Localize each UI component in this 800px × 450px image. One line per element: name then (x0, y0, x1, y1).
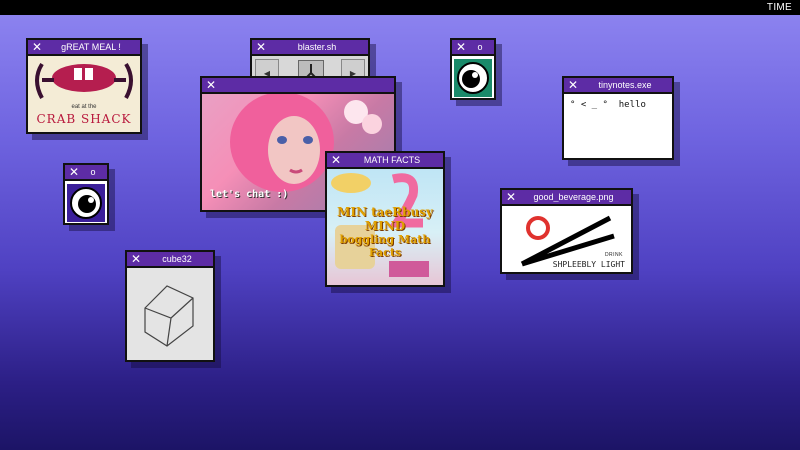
close-icon[interactable]: ✕ (205, 79, 217, 91)
window-title: gREAT MEAL ! (61, 42, 121, 52)
window-title: o (477, 42, 483, 52)
close-icon[interactable]: ✕ (255, 41, 267, 53)
eye-window-left[interactable]: ✕ o (63, 163, 109, 225)
close-icon[interactable]: ✕ (455, 41, 467, 53)
beverage-drink-label: DRINK (604, 252, 623, 258)
beverage-brand: SHPLEEBLY LIGHT (552, 260, 625, 269)
window-title: MATH FACTS (363, 155, 421, 165)
eye-content (452, 56, 494, 98)
cube32-titlebar[interactable]: ✕ cube32 (127, 252, 213, 268)
great-meal-window[interactable]: ✕ gREAT MEAL ! eat at the CRAB SHACK (26, 38, 142, 134)
chat-caption: let's chat :) (210, 189, 289, 200)
tinynotes-window[interactable]: ✕ tinynotes.exe ° < _ ° hello (562, 76, 674, 160)
tinynotes-titlebar[interactable]: ✕ tinynotes.exe (564, 78, 672, 94)
math-headline-2: boggling Math Facts (339, 233, 431, 259)
clock-label: TIME (766, 2, 792, 13)
eye-content (65, 181, 107, 223)
eye-window-top[interactable]: ✕ o (450, 38, 496, 100)
beverage-titlebar[interactable]: ✕ good_beverage.png (502, 190, 631, 206)
close-icon[interactable]: ✕ (130, 253, 142, 265)
cube32-window[interactable]: ✕ cube32 (125, 250, 215, 362)
good-beverage-window[interactable]: ✕ good_beverage.png DRINK SHPLEEBLY LIGH… (500, 188, 633, 274)
window-title: blaster.sh (297, 42, 337, 52)
ad-brand: CRAB SHACK (36, 112, 132, 126)
notes-text[interactable]: ° < _ ° hello (570, 100, 646, 110)
window-title: good_beverage.png (533, 192, 614, 202)
close-icon[interactable]: ✕ (68, 166, 80, 178)
close-icon[interactable]: ✕ (567, 79, 579, 91)
close-icon[interactable]: ✕ (31, 41, 43, 53)
blaster-titlebar[interactable]: ✕ blaster.sh (252, 40, 368, 56)
eye-icon (454, 59, 492, 97)
cube-viewport (127, 268, 213, 360)
notes-text-area[interactable]: ° < _ ° hello (564, 94, 672, 158)
eye-icon (67, 184, 105, 222)
window-title: o (90, 167, 96, 177)
crab-shack-ad: eat at the CRAB SHACK (28, 56, 140, 132)
math-facts-window[interactable]: ✕ MATH FACTS MIN taeRbusy MIND boggling … (325, 151, 445, 287)
window-title: cube32 (162, 254, 192, 264)
top-bar: TIME (0, 0, 800, 15)
cube-wireframe (144, 285, 194, 347)
math-headline-1: MIN taeRbusy MIND (337, 205, 433, 233)
beverage-image: DRINK SHPLEEBLY LIGHT (502, 206, 631, 272)
chat-titlebar[interactable]: ✕ (202, 78, 394, 94)
window-title: tinynotes.exe (598, 80, 652, 90)
close-icon[interactable]: ✕ (505, 191, 517, 203)
great-meal-titlebar[interactable]: ✕ gREAT MEAL ! (28, 40, 140, 56)
eye-titlebar[interactable]: ✕ o (65, 165, 107, 181)
crab-logo (35, 62, 133, 99)
ad-tagline: eat at the (71, 104, 97, 110)
close-icon[interactable]: ✕ (330, 154, 342, 166)
math-facts-poster: MIN taeRbusy MIND boggling Math Facts (327, 169, 443, 285)
math-facts-titlebar[interactable]: ✕ MATH FACTS (327, 153, 443, 169)
eye-titlebar[interactable]: ✕ o (452, 40, 494, 56)
